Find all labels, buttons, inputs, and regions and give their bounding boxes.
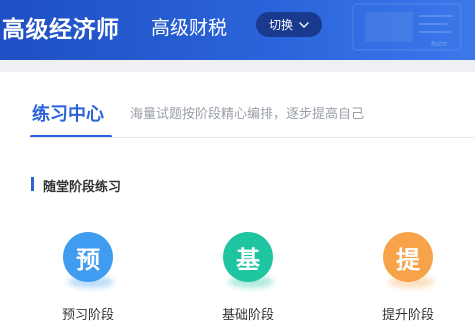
banner-separator [0,60,475,72]
stage-preview-label: 预习阶段 [61,308,114,323]
chevron-down-icon [299,21,309,28]
stage-basic[interactable]: 基 基础阶段 [198,232,298,325]
banner-decoration: Rate [352,3,462,51]
divider [30,137,475,138]
section-title: 练习中心 [32,104,104,125]
section-header: 练习中心 海量试题按阶段精心编排，逐步提高自己 [0,72,475,138]
top-banner: Rate 高级经济师 高级财税 切换 [0,0,475,60]
stage-advanced[interactable]: 提 提升阶段 [358,232,458,325]
switch-button[interactable]: 切换 [256,12,322,37]
stage-preview-icon: 预 [63,232,113,282]
stage-preview[interactable]: 预 预习阶段 [38,232,138,325]
stage-basic-icon: 基 [223,232,273,282]
banner-bg-text: Rate [431,40,447,48]
stage-advanced-icon: 提 [383,232,433,282]
app-subtitle: 高级财税 [151,17,228,39]
switch-button-label: 切换 [268,18,293,32]
stage-advanced-label: 提升阶段 [381,308,434,323]
section-description: 海量试题按阶段精心编排，逐步提高自己 [130,107,365,122]
subsection-marker [31,177,34,191]
app-title: 高级经济师 [2,17,120,43]
stage-basic-label: 基础阶段 [221,308,274,323]
subsection-title: 随堂阶段练习 [43,180,122,195]
